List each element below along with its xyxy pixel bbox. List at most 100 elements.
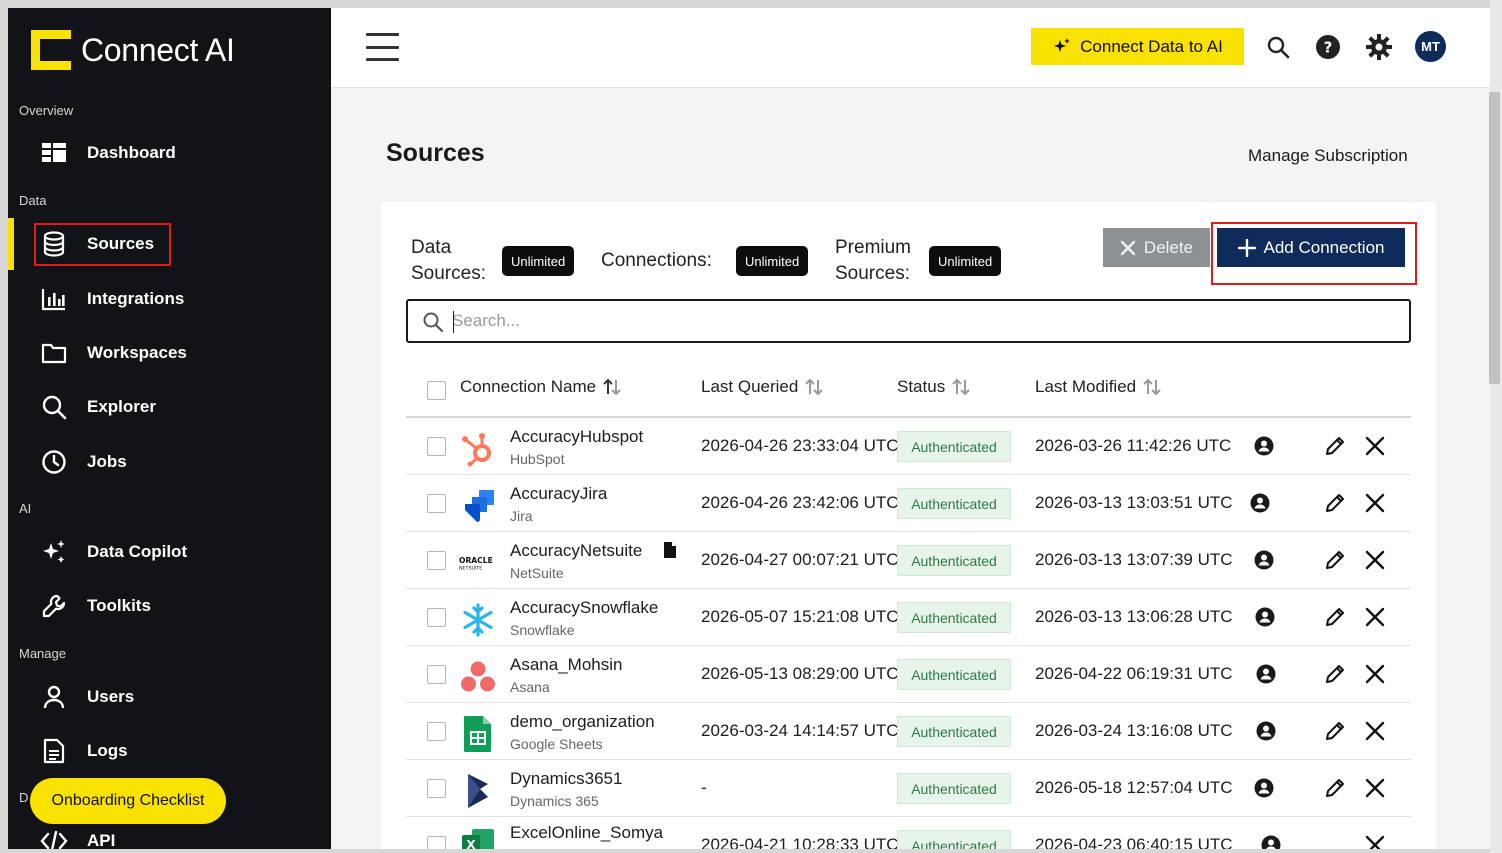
status-badge: Authenticated bbox=[897, 716, 1011, 747]
owner-user-icon[interactable] bbox=[1250, 493, 1270, 513]
pencil-icon[interactable] bbox=[1324, 777, 1346, 799]
premium-sources-badge: Unlimited bbox=[929, 246, 1002, 276]
status-badge: Authenticated bbox=[897, 545, 1011, 576]
table-row[interactable]: Asana_Mohsin Asana 2026-05-13 08:29:00 U… bbox=[406, 646, 1411, 703]
sidebar-item-integrations[interactable]: Integrations bbox=[8, 276, 331, 322]
wrench-icon bbox=[40, 592, 68, 620]
delete-x-icon[interactable] bbox=[1364, 492, 1386, 514]
onboarding-checklist-button[interactable]: Onboarding Checklist bbox=[30, 778, 226, 824]
sidebar-item-logs[interactable]: Logs bbox=[8, 728, 331, 774]
connections-label: Connections: bbox=[601, 250, 712, 271]
pencil-icon[interactable] bbox=[1324, 435, 1346, 457]
table-row[interactable]: demo_organization Google Sheets 2026-03-… bbox=[406, 703, 1411, 760]
row-checkbox[interactable] bbox=[427, 437, 446, 456]
sidebar-item-label: Workspaces bbox=[87, 343, 187, 362]
delete-x-icon[interactable] bbox=[1364, 606, 1386, 628]
column-last-queried[interactable]: Last Queried bbox=[701, 377, 824, 397]
sidebar-item-users[interactable]: Users bbox=[8, 674, 331, 720]
connection-name[interactable]: Dynamics3651 bbox=[510, 769, 622, 789]
sidebar-item-workspaces[interactable]: Workspaces bbox=[8, 330, 331, 376]
owner-user-icon[interactable] bbox=[1256, 664, 1276, 684]
table-row[interactable]: AccuracyJira Jira 2026-04-26 23:42:06 UT… bbox=[406, 475, 1411, 532]
delete-x-icon[interactable] bbox=[1364, 777, 1386, 799]
data-sources-badge: Unlimited bbox=[502, 246, 575, 276]
search-icon[interactable] bbox=[1263, 32, 1293, 62]
sidebar-item-explorer[interactable]: Explorer bbox=[8, 384, 331, 430]
pencil-icon[interactable] bbox=[1324, 492, 1346, 514]
delete-label: Delete bbox=[1143, 237, 1194, 257]
file-icon[interactable] bbox=[663, 541, 677, 559]
pencil-icon[interactable] bbox=[1324, 549, 1346, 571]
search-input[interactable] bbox=[452, 309, 1352, 333]
sidebar-item-label: Logs bbox=[87, 741, 128, 760]
delete-x-icon[interactable] bbox=[1364, 720, 1386, 742]
connection-type: Asana bbox=[510, 679, 550, 695]
app-logo[interactable]: Connect AI bbox=[31, 30, 235, 70]
search-icon bbox=[40, 393, 68, 421]
menu-toggle-icon[interactable] bbox=[366, 33, 399, 61]
pencil-icon[interactable] bbox=[1324, 663, 1346, 685]
connection-name[interactable]: demo_organization bbox=[510, 712, 655, 732]
row-checkbox[interactable] bbox=[427, 722, 446, 741]
delete-x-icon[interactable] bbox=[1364, 549, 1386, 571]
text-caret bbox=[453, 311, 454, 333]
row-checkbox[interactable] bbox=[427, 494, 446, 513]
connection-name[interactable]: AccuracyHubspot bbox=[510, 427, 643, 447]
sources-highlight-box bbox=[34, 223, 171, 266]
sources-card: Data Sources: Unlimited Connections: Unl… bbox=[381, 202, 1436, 849]
table-row[interactable]: Dynamics3651 Dynamics 365 - Authenticate… bbox=[406, 760, 1411, 817]
delete-x-icon[interactable] bbox=[1364, 663, 1386, 685]
connection-name[interactable]: ExcelOnline_Somya bbox=[510, 823, 663, 843]
row-checkbox[interactable] bbox=[427, 551, 446, 570]
pencil-icon[interactable] bbox=[1324, 720, 1346, 742]
section-overview: Overview bbox=[19, 103, 74, 118]
row-checkbox[interactable] bbox=[427, 836, 446, 849]
connection-name[interactable]: AccuracySnowflake bbox=[510, 598, 658, 618]
page-scrollbar-thumb[interactable] bbox=[1489, 92, 1500, 384]
connection-type: HubSpot bbox=[510, 451, 565, 467]
select-all-checkbox[interactable] bbox=[427, 381, 446, 400]
column-last-modified[interactable]: Last Modified bbox=[1035, 377, 1162, 397]
connections-badge: Unlimited bbox=[736, 246, 809, 276]
manage-subscription-link[interactable]: Manage Subscription bbox=[1248, 146, 1408, 166]
table-row[interactable]: X ExcelOnline_Somya 2026-04-21 10:28:33 … bbox=[406, 817, 1411, 849]
user-icon bbox=[40, 683, 68, 711]
sidebar-item-dashboard[interactable]: Dashboard bbox=[8, 130, 331, 176]
sidebar: Connect AI Overview Dashboard Data Sourc… bbox=[8, 8, 331, 849]
user-avatar[interactable]: MT bbox=[1415, 31, 1446, 62]
sidebar-item-jobs[interactable]: Jobs bbox=[8, 439, 331, 485]
delete-x-icon[interactable] bbox=[1364, 435, 1386, 457]
owner-user-icon[interactable] bbox=[1254, 778, 1274, 798]
delete-x-icon[interactable] bbox=[1364, 834, 1386, 849]
sidebar-item-data-copilot[interactable]: Data Copilot bbox=[8, 529, 331, 575]
column-connection-name[interactable]: Connection Name bbox=[460, 377, 622, 397]
sidebar-item-toolkits[interactable]: Toolkits bbox=[8, 583, 331, 629]
owner-user-icon[interactable] bbox=[1254, 436, 1274, 456]
folder-icon bbox=[40, 339, 68, 367]
owner-user-icon[interactable] bbox=[1261, 835, 1281, 849]
row-checkbox[interactable] bbox=[427, 665, 446, 684]
connection-name[interactable]: AccuracyNetsuite bbox=[510, 541, 642, 561]
connection-name[interactable]: Asana_Mohsin bbox=[510, 655, 622, 675]
table-row[interactable]: AccuracySnowflake Snowflake 2026-05-07 1… bbox=[406, 589, 1411, 646]
pencil-icon[interactable] bbox=[1324, 606, 1346, 628]
gear-icon[interactable] bbox=[1364, 32, 1394, 62]
connection-name[interactable]: AccuracyJira bbox=[510, 484, 607, 504]
table-row[interactable]: AccuracyHubspot HubSpot 2026-04-26 23:33… bbox=[406, 418, 1411, 475]
row-checkbox[interactable] bbox=[427, 608, 446, 627]
owner-user-icon[interactable] bbox=[1254, 550, 1274, 570]
help-icon[interactable]: ? bbox=[1313, 32, 1343, 62]
search-field[interactable] bbox=[406, 299, 1411, 343]
bar-chart-icon bbox=[40, 285, 68, 313]
connection-type: Jira bbox=[510, 508, 533, 524]
table-row[interactable]: ORACLE NETSUITE AccuracyNetsuite NetSuite… bbox=[406, 532, 1411, 589]
connection-type: NetSuite bbox=[510, 565, 564, 581]
connect-data-to-ai-button[interactable]: Connect Data to AI bbox=[1031, 28, 1244, 65]
column-status[interactable]: Status bbox=[897, 377, 971, 397]
row-checkbox[interactable] bbox=[427, 779, 446, 798]
owner-user-icon[interactable] bbox=[1255, 607, 1275, 627]
owner-user-icon[interactable] bbox=[1256, 721, 1276, 741]
google-sheets-logo-icon bbox=[459, 715, 497, 753]
svg-text:ORACLE: ORACLE bbox=[459, 556, 493, 565]
delete-button[interactable]: Delete bbox=[1103, 228, 1210, 267]
